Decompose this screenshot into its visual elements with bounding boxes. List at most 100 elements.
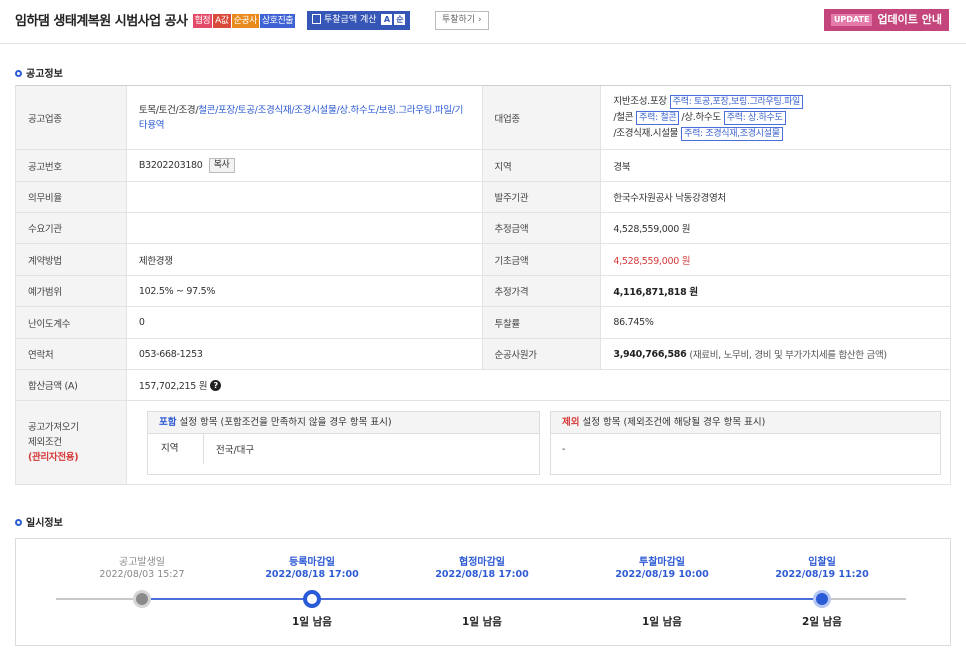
timeline-track-start <box>56 598 140 600</box>
est-amount-value: 4,528,559,000 원 <box>601 213 951 243</box>
timeline-track-active <box>142 598 822 600</box>
major-chip-4: 주력: 조경식재,조경시설물 <box>681 126 783 141</box>
est-amount-label: 추정금액 <box>482 213 602 243</box>
major-chip-1: 주력: 토공,포장,보링.그라우팅.파일 <box>669 94 804 109</box>
table-row: 난이도계수 0 투찰률 86.745% <box>16 307 951 339</box>
timeline-track-end <box>822 598 906 600</box>
sum-amount: 157,702,215 원 <box>138 381 208 392</box>
difficulty-label: 난이도계수 <box>16 307 127 338</box>
update-notice-button[interactable]: UPDATE 업데이트 안내 <box>823 9 949 31</box>
exclude-label-1: 공고가져오기 <box>28 422 79 433</box>
duty-label: 의무비율 <box>16 182 127 212</box>
timeline-date-bid-date: 2022/08/19 11:20 <box>775 569 869 580</box>
timeline-remain-bid-close: 1일 남음 <box>642 616 682 628</box>
contact-label: 연락처 <box>16 339 127 369</box>
tag-a-value: A값 <box>213 14 231 28</box>
major-chip-3: 주력: 상.하수도 <box>723 110 786 125</box>
notice-no: B3202203180 <box>138 160 203 171</box>
section-bullet-icon <box>15 70 22 77</box>
update-badge: UPDATE <box>830 14 873 26</box>
sum-label: 합산금액 (A) <box>16 370 127 400</box>
timeline-label-bid-date: 입찰일 <box>808 557 836 568</box>
timeline-label-registration: 등록마감일 <box>289 557 335 568</box>
include-head-rest: 설정 항목 (포함조건을 만족하지 않을 경우 항목 표시) <box>176 417 392 428</box>
demand-label: 수요기관 <box>16 213 127 243</box>
calculator-icon <box>312 14 321 24</box>
exclude-label-2: 제외조건 <box>28 437 62 448</box>
help-icon[interactable]: ? <box>210 379 222 391</box>
client-label: 발주기관 <box>482 182 602 212</box>
region-label: 지역 <box>482 150 602 181</box>
timeline-date-bid-close: 2022/08/19 10:00 <box>615 569 709 580</box>
exclude-label-3: (관리자전용) <box>28 452 79 463</box>
region-value: 경북 <box>601 150 951 181</box>
base-amount-label: 기초금액 <box>482 244 602 275</box>
industry-label: 공고업종 <box>16 86 127 149</box>
include-word: 포함 <box>159 417 177 428</box>
industry-plain: 토목/토건/조경/ <box>138 104 199 116</box>
table-row: 수요기관 추정금액 4,528,559,000 원 <box>16 213 951 244</box>
bid-button[interactable]: 투찰하기 › <box>435 11 489 30</box>
table-row: 의무비율 발주기관 한국수자원공사 낙동강경영처 <box>16 182 951 213</box>
notice-no-value: B3202203180 복사 <box>127 150 483 181</box>
timeline-label-bid-close: 투찰마감일 <box>639 557 685 568</box>
tag-mutual-entry: 상호진출 <box>259 14 296 28</box>
update-label: 업데이트 안내 <box>877 13 942 26</box>
table-row: 공고번호 B3202203180 복사 지역 경북 <box>16 150 951 182</box>
exclude-word: 제외 <box>562 417 580 428</box>
contact-value: 053-668-1253 <box>127 339 483 369</box>
table-row: 합산금액 (A) 157,702,215 원? <box>16 370 951 401</box>
industry-value: 토목/토건/조경/철콘/포장/토공/조경식재/조경시설물/상.하수도/보링.그라… <box>127 86 483 149</box>
contract-value: 제한경쟁 <box>127 244 483 275</box>
notice-title: 임하댐 생태계복원 시범사업 공사 협정 A값 순공사 상호진출 <box>15 10 296 29</box>
bid-amount-calc-button[interactable]: 투찰금액 계산 A순 <box>307 11 411 30</box>
include-value: 전국/대구 <box>216 445 255 456</box>
net-cost-value: 3,940,766,586 (재료비, 노무비, 경비 및 부가가치세를 합산한 … <box>601 339 951 369</box>
notice-no-label: 공고번호 <box>16 150 127 181</box>
timeline-remain-agreement: 1일 남음 <box>462 616 502 628</box>
exclude-conditions-label: 공고가져오기 제외조건 (관리자전용) <box>16 401 127 484</box>
range-value: 102.5% ~ 97.5% <box>127 276 483 306</box>
calc-label: 투찰금액 계산 <box>324 15 377 25</box>
timeline-date-registration: 2022/08/18 17:00 <box>265 569 359 580</box>
section-notice-heading: 공고정보 <box>15 65 63 80</box>
base-amount-value: 4,528,559,000 원 <box>601 244 951 275</box>
timeline-label-posted: 공고발생일 <box>119 557 165 568</box>
table-row: 계약방법 제한경쟁 기초금액 4,528,559,000 원 <box>16 244 951 276</box>
notice-title-text: 임하댐 생태계복원 시범사업 공사 <box>15 14 188 29</box>
major-industry-label: 대업종 <box>482 86 602 149</box>
exclude-value: - <box>562 443 566 455</box>
major-industry-value: 지반조성.포장 주력: 토공,포장,보링.그라우팅.파일 /철콘 주력: 철콘/상.… <box>601 86 951 149</box>
timeline-label-agreement: 협정마감일 <box>459 557 505 568</box>
duty-value <box>127 182 483 212</box>
calc-net-badge: 순 <box>394 14 406 25</box>
timeline-remain-bid-date: 2일 남음 <box>802 616 842 628</box>
include-condition-row: 지역 전국/대구 <box>148 434 539 464</box>
major-line-1: 지반조성.포장 <box>613 95 667 107</box>
copy-button[interactable]: 복사 <box>208 158 235 173</box>
timeline-node-registration <box>303 590 321 608</box>
timeline-date-posted: 2022/08/03 15:27 <box>99 569 185 580</box>
exclude-conditions-box: 제외 설정 항목 (제외조건에 해당될 경우 항목 표시) - <box>550 411 941 475</box>
table-row: 연락처 053-668-1253 순공사원가 3,940,766,586 (재료비… <box>16 339 951 370</box>
timeline-remain-registration: 1일 남음 <box>292 616 332 628</box>
section-schedule-title: 일시정보 <box>26 518 63 529</box>
net-cost-label: 순공사원가 <box>482 339 602 369</box>
page-header: 임하댐 생태계복원 시범사업 공사 협정 A값 순공사 상호진출 투찰금액 계산 A순… <box>0 0 966 44</box>
calc-a-badge: A <box>381 14 393 25</box>
tag-agreement: 협정 <box>192 14 213 28</box>
table-row: 예가범위 102.5% ~ 97.5% 추정가격 4,116,871,818 원 <box>16 276 951 307</box>
demand-value <box>127 213 483 243</box>
section-schedule-heading: 일시정보 <box>15 514 63 529</box>
section-notice-title: 공고정보 <box>26 69 63 80</box>
client-value: 한국수자원공사 낙동강경영처 <box>601 182 951 212</box>
timeline-node-bid-date <box>813 590 831 608</box>
est-price-value: 4,116,871,818 원 <box>601 276 951 306</box>
tag-net-cost: 순공사 <box>231 14 259 28</box>
major-chip-2: 주력: 철콘 <box>636 110 680 125</box>
rate-value: 86.745% <box>601 307 951 338</box>
est-price-label: 추정가격 <box>482 276 602 306</box>
sum-value: 157,702,215 원? <box>127 370 951 400</box>
include-conditions-box: 포함 설정 항목 (포함조건을 만족하지 않을 경우 항목 표시) 지역 전국/… <box>147 411 540 475</box>
exclude-conditions-header: 제외 설정 항목 (제외조건에 해당될 경우 항목 표시) <box>551 412 940 434</box>
